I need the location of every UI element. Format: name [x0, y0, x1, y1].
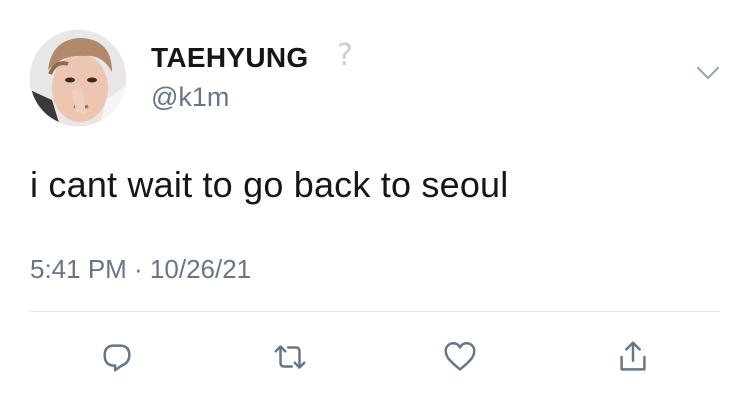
reply-button[interactable] — [97, 337, 137, 377]
retweet-button[interactable] — [270, 337, 310, 377]
divider — [30, 311, 720, 312]
share-icon — [620, 341, 646, 371]
user-handle[interactable]: @k1m — [151, 82, 229, 113]
heart-icon — [444, 341, 476, 371]
tweet-card: TAEHYUNG ? @k1m i cant wait to go back t… — [0, 0, 750, 401]
like-button[interactable] — [440, 337, 480, 377]
tweet-text: i cant wait to go back to seoul — [30, 164, 509, 205]
chevron-down-icon[interactable] — [696, 64, 720, 82]
retweet-icon — [274, 345, 306, 369]
avatar[interactable] — [30, 30, 126, 126]
reply-icon — [103, 344, 131, 372]
tweet-timestamp[interactable]: 5:41 PM · 10/26/21 — [30, 254, 251, 285]
question-mark-icon: ? — [337, 38, 353, 73]
avatar-image — [30, 30, 126, 126]
display-name[interactable]: TAEHYUNG — [151, 42, 308, 74]
share-button[interactable] — [613, 337, 653, 377]
